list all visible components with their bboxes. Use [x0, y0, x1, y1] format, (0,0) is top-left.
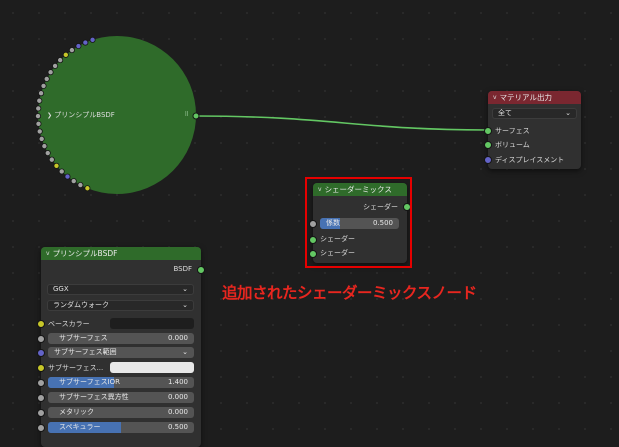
collapsed-input-socket[interactable]: [38, 90, 45, 97]
subsurface-color-socket[interactable]: [37, 364, 45, 372]
collapsed-input-socket[interactable]: [35, 105, 42, 112]
collapsed-input-socket[interactable]: [75, 43, 82, 50]
subsurface-socket[interactable]: [37, 335, 45, 343]
subsurface-slider[interactable]: サブサーフェス 0.000: [48, 333, 194, 344]
volume-input-socket[interactable]: [484, 141, 492, 149]
material-output-node[interactable]: v マテリアル出力 全て ⌄ サーフェス ボリューム ディスプレイスメント: [484, 91, 581, 169]
metallic-value: 0.000: [167, 408, 188, 417]
collapsed-input-socket[interactable]: [40, 82, 47, 89]
specular-label: スペキュラー: [59, 423, 101, 432]
displacement-input-label: ディスプレイスメント: [495, 156, 565, 164]
output-target-value: 全て: [498, 109, 512, 118]
collapsed-input-socket[interactable]: [36, 128, 43, 135]
subsurface-aniso-slider[interactable]: サブサーフェス異方性 0.000: [48, 392, 194, 403]
subsurface-aniso-value: 0.000: [167, 393, 188, 402]
bsdf-output-socket[interactable]: [192, 112, 200, 120]
collapsed-input-socket[interactable]: [35, 113, 42, 120]
bsdf-output-socket[interactable]: [197, 266, 205, 274]
collapsed-input-socket[interactable]: [82, 39, 89, 46]
collapsed-input-socket[interactable]: [62, 51, 69, 58]
material-output-title: マテリアル出力: [499, 93, 552, 102]
specular-slider[interactable]: スペキュラー 0.500: [48, 422, 194, 433]
principled-bsdf-header[interactable]: v プリンシプルBSDF: [41, 247, 201, 260]
base-color-socket[interactable]: [37, 320, 45, 328]
bsdf-output-label: BSDF: [173, 265, 192, 273]
subsurface-radius-label: サブサーフェス範囲: [54, 348, 117, 357]
surface-input-socket[interactable]: [484, 127, 492, 135]
collapsed-input-socket[interactable]: [64, 173, 71, 180]
principled-bsdf-title: プリンシプルBSDF: [52, 249, 118, 258]
collapsed-input-socket[interactable]: [84, 185, 91, 192]
collapsed-input-socket[interactable]: [48, 156, 55, 163]
collapsed-input-socket[interactable]: [35, 120, 42, 127]
collapsed-input-socket[interactable]: [43, 75, 50, 82]
subsurface-value: 0.000: [167, 334, 188, 343]
chevron-down-icon: ⌄: [565, 109, 571, 118]
subsurface-ior-socket[interactable]: [37, 379, 45, 387]
surface-input-label: サーフェス: [495, 127, 530, 135]
collapsed-input-socket[interactable]: [58, 168, 65, 175]
collapsed-input-socket[interactable]: [53, 162, 60, 169]
subsurface-method-value: ランダムウォーク: [53, 301, 109, 310]
collapsed-input-socket[interactable]: [44, 150, 51, 157]
principled-bsdf-node[interactable]: v プリンシプルBSDF BSDF GGX ⌄ ランダムウォーク ⌄ ベースカラ…: [37, 247, 205, 447]
collapsed-input-socket[interactable]: [41, 143, 48, 150]
fac-value: 0.500: [372, 219, 393, 228]
collapsed-input-socket[interactable]: [77, 182, 84, 189]
collapsed-input-socket[interactable]: [89, 36, 96, 43]
collapsed-input-socket[interactable]: [70, 178, 77, 185]
subsurface-label: サブサーフェス: [59, 334, 108, 343]
metallic-socket[interactable]: [37, 409, 45, 417]
chevron-down-icon: ⌄: [182, 348, 188, 357]
collapsed-node-title: プリンシプルBSDF: [54, 111, 115, 119]
fac-label: 係数: [326, 219, 340, 228]
subsurface-ior-label: サブサーフェスIOR: [59, 378, 121, 387]
base-color-label: ベースカラー: [48, 320, 90, 328]
output-target-dropdown[interactable]: 全て ⌄: [492, 108, 577, 119]
bsdf-to-surface-wire: [195, 115, 489, 131]
collapsed-input-socket[interactable]: [47, 69, 54, 76]
chevron-down-icon: ⌄: [182, 301, 188, 310]
subsurface-radius-socket[interactable]: [37, 349, 45, 357]
distribution-value: GGX: [53, 285, 69, 294]
highlight-box: [305, 177, 412, 268]
collapsed-input-socket[interactable]: [52, 62, 59, 69]
collapse-chevron-icon[interactable]: v: [493, 94, 497, 101]
collapsed-input-socket[interactable]: [36, 97, 43, 104]
subsurface-radius-dropdown[interactable]: サブサーフェス範囲 ⌄: [48, 347, 194, 358]
subsurface-method-dropdown[interactable]: ランダムウォーク ⌄: [47, 300, 194, 311]
subsurface-color-swatch[interactable]: [110, 362, 194, 373]
specular-value: 0.500: [167, 423, 188, 432]
base-color-swatch[interactable]: [110, 318, 194, 329]
subsurface-color-label: サブサーフェス...: [48, 364, 104, 372]
volume-input-label: ボリューム: [495, 141, 530, 149]
metallic-label: メタリック: [59, 408, 94, 417]
displacement-input-socket[interactable]: [484, 156, 492, 164]
material-output-header[interactable]: v マテリアル出力: [488, 91, 581, 104]
subsurface-ior-value: 1.400: [167, 378, 188, 387]
subsurface-aniso-label: サブサーフェス異方性: [59, 393, 129, 402]
metallic-slider[interactable]: メタリック 0.000: [48, 407, 194, 418]
subsurface-ior-slider[interactable]: サブサーフェスIOR 1.400: [48, 377, 194, 388]
collapsed-node-title-row: ❯ プリンシプルBSDF: [47, 110, 115, 120]
distribution-dropdown[interactable]: GGX ⌄: [47, 284, 194, 295]
chevron-down-icon: ⌄: [182, 285, 188, 294]
collapsed-input-socket[interactable]: [57, 57, 64, 64]
collapsed-node-grip-icon: ll: [185, 111, 189, 118]
collapsed-input-socket[interactable]: [68, 47, 75, 54]
collapsed-input-socket[interactable]: [38, 135, 45, 142]
subsurface-aniso-socket[interactable]: [37, 394, 45, 402]
expand-chevron-icon[interactable]: ❯: [47, 112, 52, 119]
annotation-text: 追加されたシェーダーミックスノード: [222, 284, 477, 302]
collapse-chevron-icon[interactable]: v: [46, 250, 50, 257]
specular-socket[interactable]: [37, 424, 45, 432]
